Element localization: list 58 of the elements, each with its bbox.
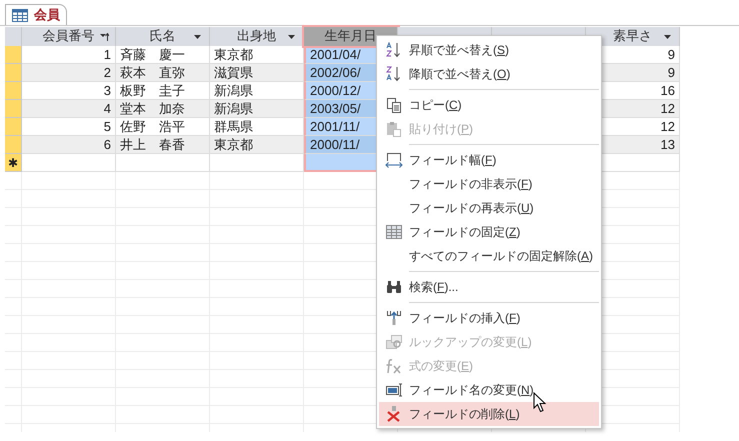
row-selector[interactable] — [5, 64, 22, 82]
row-selector[interactable] — [5, 100, 22, 118]
table-cell: 群馬県 — [210, 118, 304, 136]
menu-item[interactable]: フィールドの再表示(U) — [379, 196, 599, 220]
select-all-corner[interactable] — [5, 27, 22, 46]
table-cell: 新潟県 — [210, 82, 304, 100]
table-icon — [12, 8, 28, 22]
row-selector[interactable] — [5, 82, 22, 100]
tab-label: 会員 — [34, 6, 60, 24]
copy-icon — [386, 97, 402, 113]
table-cell: 新潟県 — [210, 100, 304, 118]
mouse-cursor-icon — [533, 392, 547, 413]
table-cell: 板野 圭子 — [116, 82, 210, 100]
table-cell: 3 — [22, 82, 116, 100]
formula-icon — [385, 358, 403, 374]
menu-item[interactable]: フィールドの固定(Z) — [379, 220, 599, 244]
table-cell: 1 — [22, 46, 116, 64]
table-cell: 滋賀県 — [210, 64, 304, 82]
table-cell: 東京都 — [210, 46, 304, 64]
row-selector[interactable] — [5, 136, 22, 154]
new-record-selector[interactable]: ✱ — [5, 154, 22, 172]
sort-filter-icon — [100, 33, 109, 41]
table-cell: 萩本 直弥 — [116, 64, 210, 82]
table-cell: 斉藤 慶一 — [116, 46, 210, 64]
column-header[interactable]: 氏名 — [116, 27, 210, 46]
table-cell: 6 — [22, 136, 116, 154]
column-header[interactable]: 素早さ — [586, 27, 680, 46]
lookup-table-icon — [385, 334, 403, 350]
menu-item[interactable]: フィールドの挿入(F) — [379, 306, 599, 330]
insert-column-icon — [386, 310, 402, 326]
dropdown-arrow-icon — [664, 35, 671, 39]
table-cell: 2 — [22, 64, 116, 82]
clipboard-icon — [386, 121, 402, 137]
rename-field-icon — [385, 383, 403, 397]
row-selector[interactable] — [5, 46, 22, 64]
row-selector[interactable] — [5, 118, 22, 136]
menu-item[interactable]: 検索(F)... — [379, 275, 599, 299]
sort-descending-icon — [386, 66, 402, 82]
table-cell: 堂本 加奈 — [116, 100, 210, 118]
sort-ascending-icon — [386, 42, 402, 58]
column-header[interactable]: 出身地 — [210, 27, 304, 46]
table-cell: 4 — [22, 100, 116, 118]
menu-item[interactable]: フィールド名の変更(N) — [379, 378, 599, 402]
menu-item[interactable]: すべてのフィールドの固定解除(A) — [379, 244, 599, 268]
table-tab[interactable]: 会員 — [5, 4, 67, 25]
column-header[interactable]: 会員番号 — [22, 27, 116, 46]
binoculars-icon — [386, 280, 402, 294]
dropdown-arrow-icon — [194, 35, 201, 39]
dropdown-arrow-icon — [288, 35, 295, 39]
table-cell: 5 — [22, 118, 116, 136]
table-cell: 井上 春香 — [116, 136, 210, 154]
table-cell: 佐野 浩平 — [116, 118, 210, 136]
table-cell: 東京都 — [210, 136, 304, 154]
menu-item[interactable]: フィールドの削除(L) — [379, 402, 599, 426]
delete-column-icon — [386, 406, 402, 422]
menu-item[interactable]: フィールドの非表示(F) — [379, 172, 599, 196]
column-width-icon — [385, 152, 403, 168]
grid-icon — [386, 225, 402, 239]
